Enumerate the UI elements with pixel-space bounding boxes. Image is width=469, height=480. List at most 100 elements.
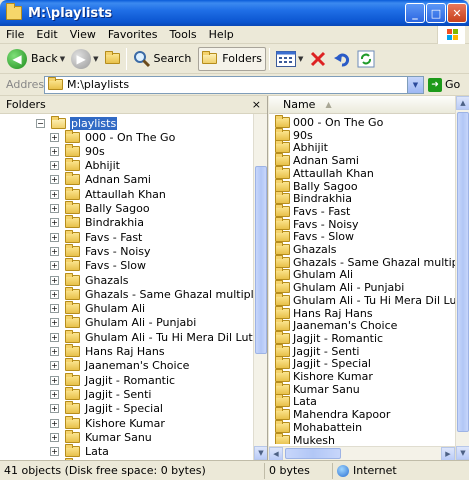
tree-item[interactable]: + Lata [50, 444, 110, 459]
menu-view[interactable]: View [64, 28, 102, 41]
name-column-header[interactable]: Name ▲ [269, 96, 469, 114]
tree-item[interactable]: + Kishore Kumar [50, 415, 166, 430]
expand-icon[interactable]: + [50, 218, 59, 228]
maximize-button[interactable]: □ [426, 3, 446, 23]
scrollbar-thumb[interactable] [255, 166, 267, 354]
chevron-down-icon[interactable]: ▼ [60, 55, 65, 63]
list-item[interactable]: Jagjit - Special [275, 356, 371, 370]
list-item[interactable]: Jaaneman's Choice [275, 318, 397, 332]
list-item[interactable]: Ghazals [275, 242, 337, 256]
expand-icon[interactable]: + [50, 175, 59, 185]
tree-item[interactable]: + Jagjit - Special [50, 401, 164, 416]
list-item[interactable]: Ghazals - Same Ghazal multiple singers [275, 254, 455, 269]
tree-item[interactable]: + Attaullah Khan [50, 186, 167, 201]
list-item[interactable]: Adnan Sami [275, 153, 359, 167]
scrollbar-thumb[interactable] [457, 112, 469, 432]
collapse-icon[interactable]: − [36, 118, 45, 128]
delete-button[interactable] [306, 47, 330, 71]
views-button[interactable]: ▼ [273, 47, 306, 71]
expand-icon[interactable]: + [50, 146, 59, 156]
scroll-down-icon[interactable]: ▼ [254, 446, 267, 460]
tree-item[interactable]: + Bally Sagoo [50, 201, 151, 216]
expand-icon[interactable]: + [50, 189, 59, 199]
tree-item[interactable]: + Jaaneman's Choice [50, 358, 190, 373]
expand-icon[interactable]: + [50, 246, 59, 256]
tree-item[interactable]: + Ghazals - Same Ghazal multiple singers [50, 286, 254, 301]
expand-icon[interactable]: + [50, 332, 59, 342]
up-folder-button[interactable] [102, 47, 123, 71]
tree-item[interactable]: + Ghulam Ali - Tu Hi Mera Dil Luteya [50, 329, 254, 344]
folders-scrollbar[interactable]: ▼ [253, 114, 267, 460]
tree-item[interactable]: + Favs - Fast [50, 229, 143, 244]
expand-icon[interactable]: + [50, 289, 59, 299]
tree-item[interactable]: + Favs - Slow [50, 258, 147, 273]
expand-icon[interactable]: + [50, 447, 59, 457]
tree-item[interactable]: +000 - On The Go [50, 129, 176, 144]
list-item[interactable]: Favs - Noisy [275, 216, 359, 231]
expand-icon[interactable]: + [50, 404, 59, 414]
expand-icon[interactable]: + [50, 432, 59, 442]
list-item[interactable]: Ghulam Ali [275, 267, 353, 281]
list-item[interactable]: Mohabattein [275, 419, 362, 434]
list-item[interactable]: Ghulam Ali - Tu Hi Mera Dil Luteya [275, 292, 455, 307]
expand-icon[interactable]: + [50, 232, 59, 242]
tree-item[interactable]: + Abhijit [50, 158, 121, 173]
tree-item-root[interactable]: − playlists [36, 115, 118, 130]
address-field[interactable]: M:\playlists ▼ [44, 75, 424, 94]
list-item[interactable]: Favs - Slow [275, 229, 354, 243]
forward-button[interactable]: ▶ ▼ [68, 47, 101, 71]
go-button[interactable]: ➜ Go [428, 77, 460, 92]
list-item[interactable]: Hans Raj Hans [275, 305, 373, 320]
chevron-down-icon[interactable]: ▼ [93, 55, 98, 63]
list-item[interactable]: Bindrakhia [275, 191, 352, 205]
back-button[interactable]: ◀ Back ▼ [4, 47, 68, 71]
menu-tools[interactable]: Tools [164, 28, 203, 41]
expand-icon[interactable]: + [50, 161, 59, 171]
scroll-right-icon[interactable]: ▶ [441, 447, 455, 460]
files-horizontal-scrollbar[interactable]: ◀ ▶ [269, 446, 455, 460]
menu-favorites[interactable]: Favorites [102, 28, 164, 41]
undo-button[interactable] [330, 47, 354, 71]
expand-icon[interactable]: + [50, 304, 59, 314]
files-scrollbar[interactable]: ▲ ▼ [455, 96, 469, 460]
list-item[interactable]: Kumar Sanu [275, 381, 360, 396]
tree-item[interactable]: + Adnan Sami [50, 172, 152, 187]
chevron-down-icon[interactable]: ▼ [298, 55, 303, 63]
expand-icon[interactable]: + [50, 261, 59, 271]
chevron-down-icon[interactable]: ▼ [407, 76, 423, 93]
tree-item[interactable]: +90s [50, 143, 106, 158]
tree-item[interactable]: + Kumar Sanu [50, 429, 153, 444]
list-item[interactable]: Ghulam Ali - Punjabi [275, 280, 404, 294]
horizontal-scrollbar-thumb[interactable] [285, 448, 341, 459]
menu-help[interactable]: Help [203, 28, 240, 41]
address-value[interactable]: M:\playlists [67, 78, 129, 91]
scroll-down-icon[interactable]: ▼ [456, 446, 469, 460]
minimize-button[interactable]: _ [405, 3, 425, 23]
folders-button[interactable]: Folders [198, 46, 267, 71]
tree-item[interactable]: + Ghulam Ali [50, 301, 146, 316]
list-item[interactable]: 000 - On The Go [275, 115, 383, 129]
list-item[interactable]: Jagjit - Romantic [275, 330, 383, 345]
list-item[interactable]: Abhijit [275, 140, 328, 154]
close-icon[interactable]: × [252, 98, 261, 111]
tree-item[interactable]: + Favs - Noisy [50, 243, 152, 258]
expand-icon[interactable]: + [50, 132, 59, 142]
expand-icon[interactable]: + [50, 375, 59, 385]
list-item[interactable]: Mukesh [275, 432, 335, 444]
scroll-left-icon[interactable]: ◀ [269, 447, 283, 460]
list-item[interactable]: Favs - Fast [275, 203, 350, 218]
tree-item[interactable]: + Ghazals [50, 272, 130, 287]
tree-item[interactable]: + Jagjit - Romantic [50, 372, 176, 387]
refresh-button[interactable] [354, 47, 378, 71]
expand-icon[interactable]: + [50, 418, 59, 428]
list-item[interactable]: Kishore Kumar [275, 369, 373, 383]
scroll-up-icon[interactable]: ▲ [456, 96, 469, 110]
tree-item[interactable]: + Hans Raj Hans [50, 344, 166, 359]
expand-icon[interactable]: + [50, 347, 59, 356]
tree-item[interactable]: + Bindrakhia [50, 215, 145, 230]
tree-item[interactable]: + Ghulam Ali - Punjabi [50, 315, 197, 330]
menu-file[interactable]: File [0, 28, 30, 41]
expand-icon[interactable]: + [50, 389, 59, 399]
list-item[interactable]: Mahendra Kapoor [275, 407, 390, 421]
expand-icon[interactable]: + [50, 275, 59, 285]
